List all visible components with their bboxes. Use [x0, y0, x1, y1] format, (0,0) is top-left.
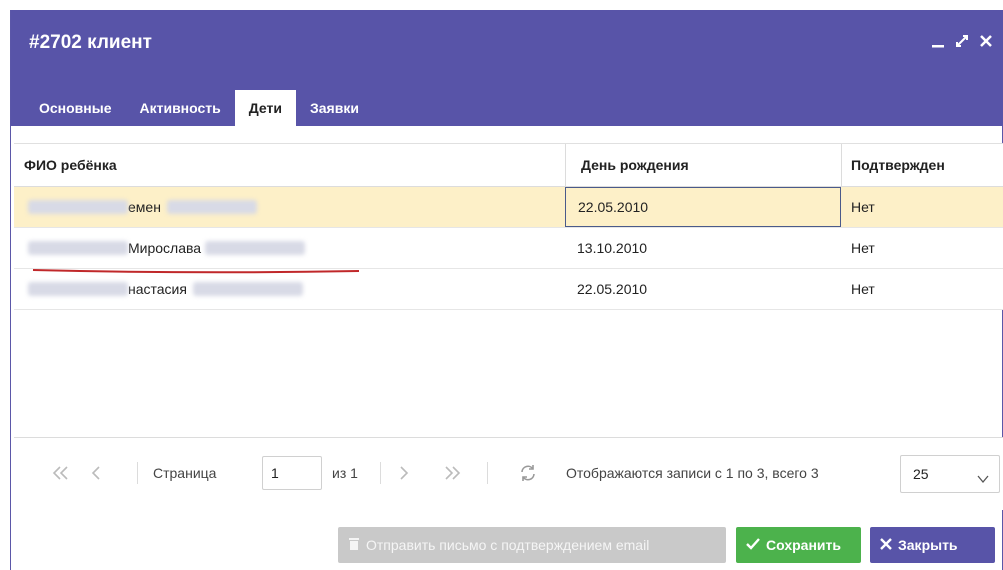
column-header-confirmed[interactable]: Подтвержден [851, 144, 1001, 186]
save-label: Сохранить [766, 537, 841, 553]
close-icon[interactable] [977, 32, 995, 50]
page-number-input[interactable] [262, 456, 322, 490]
window-controls [929, 32, 995, 50]
table-row[interactable]: емен 22.05.2010 Нет [14, 187, 1003, 228]
child-name-cell: Мирослава [28, 228, 558, 268]
child-name-cell: настасия [28, 269, 558, 309]
chevron-down-icon [977, 469, 989, 488]
maximize-icon[interactable] [953, 32, 971, 50]
prev-page-icon[interactable] [84, 461, 108, 485]
birthday-cell: 13.10.2010 [577, 240, 648, 256]
send-confirmation-email-button[interactable]: Отправить письмо с подтверждением email [338, 527, 726, 563]
redacted-surname [28, 282, 128, 296]
confirmed-cell: Нет [851, 199, 875, 215]
close-label: Закрыть [898, 537, 958, 553]
redacted-surname [28, 241, 128, 255]
tab-children[interactable]: Дети [234, 90, 296, 126]
page-size-select[interactable]: 25 [900, 455, 1000, 493]
page-count-label: из 1 [332, 465, 358, 481]
redacted-patronymic [192, 282, 303, 296]
tab-requests[interactable]: Заявки [296, 90, 373, 126]
pager-divider [487, 462, 488, 484]
send-email-label: Отправить письмо с подтверждением email [366, 537, 650, 553]
table-row[interactable]: настасия 22.05.2010 Нет [14, 269, 1003, 310]
records-info: Отображаются записи с 1 по 3, всего 3 [566, 465, 819, 481]
column-divider [841, 144, 842, 186]
close-button[interactable]: Закрыть [870, 527, 995, 563]
pager-divider [137, 462, 138, 484]
refresh-icon[interactable] [516, 461, 540, 485]
page-size-value: 25 [913, 466, 929, 482]
pagination-toolbar: Страница из 1 Отображаются записи с 1 по… [14, 437, 1003, 510]
redacted-surname [28, 200, 128, 214]
pager-divider [380, 462, 381, 484]
child-name-cell: емен [28, 187, 558, 227]
table-row[interactable]: Мирослава 13.10.2010 Нет [14, 228, 1003, 269]
redacted-patronymic [205, 241, 306, 255]
x-icon [880, 537, 892, 553]
page-label: Страница [153, 465, 217, 481]
birthday-cell: 22.05.2010 [577, 281, 648, 297]
column-header-name[interactable]: ФИО ребёнка [24, 144, 564, 186]
confirmed-cell: Нет [851, 281, 875, 297]
first-page-icon[interactable] [49, 461, 73, 485]
column-divider [565, 144, 566, 186]
child-first-name: емен [128, 199, 161, 215]
last-page-icon[interactable] [440, 461, 464, 485]
check-icon [746, 537, 760, 553]
child-first-name: настасия [128, 281, 187, 297]
minimize-icon[interactable] [929, 32, 947, 50]
dialog-header: #2702 клиент Основные Активность Дети За… [11, 10, 1003, 126]
grid-header: ФИО ребёнка День рождения Подтвержден [14, 144, 1003, 187]
dialog-title: #2702 клиент [29, 32, 152, 53]
redacted-patronymic [166, 200, 257, 214]
confirmed-cell: Нет [851, 240, 875, 256]
trash-icon [348, 537, 360, 554]
save-button[interactable]: Сохранить [736, 527, 861, 563]
client-dialog: #2702 клиент Основные Активность Дети За… [10, 10, 1003, 570]
tab-bar: Основные Активность Дети Заявки [25, 90, 373, 126]
next-page-icon[interactable] [392, 461, 416, 485]
tab-activity[interactable]: Активность [126, 90, 235, 126]
birthday-cell[interactable]: 22.05.2010 [565, 187, 841, 227]
dialog-footer: Отправить письмо с подтверждением email … [11, 510, 1003, 570]
tab-main[interactable]: Основные [25, 90, 126, 126]
column-header-birthday[interactable]: День рождения [581, 144, 841, 186]
child-first-name: Мирослава [128, 240, 202, 256]
children-grid: ФИО ребёнка День рождения Подтвержден ем… [14, 143, 1003, 438]
